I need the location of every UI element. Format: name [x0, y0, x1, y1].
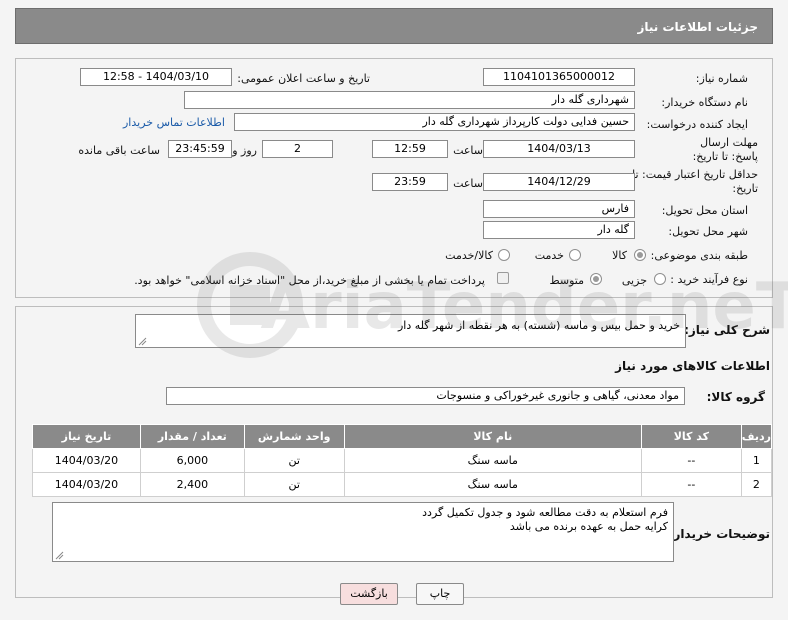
category-radio-goods-service[interactable]: [498, 249, 510, 261]
creator-field[interactable]: حسین فدایی دولت کارپرداز شهرداری گله دار: [234, 113, 635, 131]
items-table-wrapper: ردیف کد کالا نام کالا واحد شمارش تعداد /…: [32, 424, 773, 497]
validity-label: حداقل تاریخ اعتبار قیمت: تا تاریخ:: [632, 168, 758, 195]
validity-date-field[interactable]: 1404/12/29: [483, 173, 635, 191]
province-label: استان محل تحویل:: [661, 204, 748, 217]
goods-group-field[interactable]: مواد معدنی، گیاهی و جانوری غیرخوراکی و م…: [166, 387, 685, 405]
process-option-minor: جزیی: [621, 274, 647, 287]
description-text: خرید و حمل بیس و ماسه (شسته) به هر نقطه …: [397, 319, 680, 332]
page-title: جزئیات اطلاعات نیاز: [15, 8, 773, 44]
resize-grip-icon[interactable]: [55, 551, 64, 560]
goods-section-title: اطلاعات کالاهای مورد نیاز: [615, 359, 770, 373]
col-row: ردیف: [740, 424, 773, 449]
buyer-notes-line1: فرم استعلام به دقت مطالعه شود و جدول تکم…: [422, 506, 668, 519]
buyer-org-label: نام دستگاه خریدار:: [661, 96, 748, 109]
buyer-org-field[interactable]: شهرداری گله دار: [184, 91, 635, 109]
category-option-service: خدمت: [534, 249, 564, 262]
category-option-goods-service: کالا/خدمت: [445, 249, 493, 262]
description-label: شرح کلی نیاز:: [684, 323, 770, 337]
buyer-notes-line2: کرایه حمل به عهده برنده می باشد: [509, 520, 668, 533]
process-radio-minor[interactable]: [654, 273, 666, 285]
cell-date: 1404/03/20: [32, 448, 141, 473]
cell-code: --: [640, 472, 742, 497]
need-number-field[interactable]: 1104101365000012: [483, 68, 635, 86]
treasury-payment-checkbox[interactable]: [497, 272, 509, 284]
cell-name: ماسه سنگ: [343, 472, 642, 497]
treasury-payment-note: پرداخت تمام یا بخشی از مبلغ خرید،از محل …: [134, 274, 485, 287]
days-label: روز و: [232, 144, 257, 157]
contact-info-link[interactable]: اطلاعات تماس خریدار: [123, 116, 225, 129]
deadline-time-label: ساعت: [453, 144, 483, 157]
remaining-label: ساعت باقی مانده: [78, 144, 160, 157]
back-button[interactable]: بازگشت: [340, 583, 398, 605]
category-label: طبقه بندی موضوعی:: [650, 249, 748, 262]
col-code: کد کالا: [640, 424, 742, 449]
cell-name: ماسه سنگ: [343, 448, 642, 473]
cell-unit: تن: [243, 472, 345, 497]
announce-field[interactable]: 1404/03/10 - 12:58: [80, 68, 232, 86]
category-radio-goods[interactable]: [634, 249, 646, 261]
table-row[interactable]: 1 -- ماسه سنگ تن 6,000 1404/03/20: [32, 448, 773, 473]
city-field[interactable]: گله دار: [483, 221, 635, 239]
table-header-row: ردیف کد کالا نام کالا واحد شمارش تعداد /…: [32, 424, 773, 449]
deadline-label: مهلت ارسال پاسخ: تا تاریخ:: [692, 136, 758, 163]
validity-time-field[interactable]: 23:59: [372, 173, 448, 191]
cell-unit: تن: [243, 448, 345, 473]
process-radio-medium[interactable]: [590, 273, 602, 285]
resize-grip-icon[interactable]: [138, 337, 147, 346]
col-date: تاریخ نیاز: [32, 424, 141, 449]
cell-qty: 2,400: [139, 472, 245, 497]
announce-label: تاریخ و ساعت اعلان عمومی:: [237, 72, 370, 85]
category-radio-service[interactable]: [569, 249, 581, 261]
cell-code: --: [640, 448, 742, 473]
cell-row: 2: [740, 472, 773, 497]
buyer-notes-textarea[interactable]: فرم استعلام به دقت مطالعه شود و جدول تکم…: [52, 502, 674, 562]
remaining-time-field[interactable]: 23:45:59: [168, 140, 232, 158]
validity-time-label: ساعت: [453, 177, 483, 190]
category-option-goods: کالا: [612, 249, 627, 262]
creator-label: ایجاد کننده درخواست:: [646, 118, 748, 131]
city-label: شهر محل تحویل:: [668, 225, 748, 238]
print-button[interactable]: چاپ: [416, 583, 464, 605]
col-qty: تعداد / مقدار: [139, 424, 245, 449]
deadline-date-field[interactable]: 1404/03/13: [483, 140, 635, 158]
need-number-label: شماره نیاز:: [695, 72, 748, 85]
col-name: نام کالا: [343, 424, 642, 449]
deadline-time-field[interactable]: 12:59: [372, 140, 448, 158]
description-textarea[interactable]: خرید و حمل بیس و ماسه (شسته) به هر نقطه …: [135, 314, 686, 348]
cell-row: 1: [740, 448, 773, 473]
cell-qty: 6,000: [139, 448, 245, 473]
process-option-medium: متوسط: [549, 274, 584, 287]
province-field[interactable]: فارس: [483, 200, 635, 218]
table-row[interactable]: 2 -- ماسه سنگ تن 2,400 1404/03/20: [32, 472, 773, 497]
goods-group-label: گروه کالا:: [706, 390, 765, 404]
days-field[interactable]: 2: [262, 140, 333, 158]
col-unit: واحد شمارش: [243, 424, 345, 449]
cell-date: 1404/03/20: [32, 472, 141, 497]
buyer-notes-label: توضیحات خریدار:: [668, 527, 770, 541]
process-label: نوع فرآیند خرید :: [670, 273, 748, 286]
items-table: ردیف کد کالا نام کالا واحد شمارش تعداد /…: [32, 424, 773, 497]
